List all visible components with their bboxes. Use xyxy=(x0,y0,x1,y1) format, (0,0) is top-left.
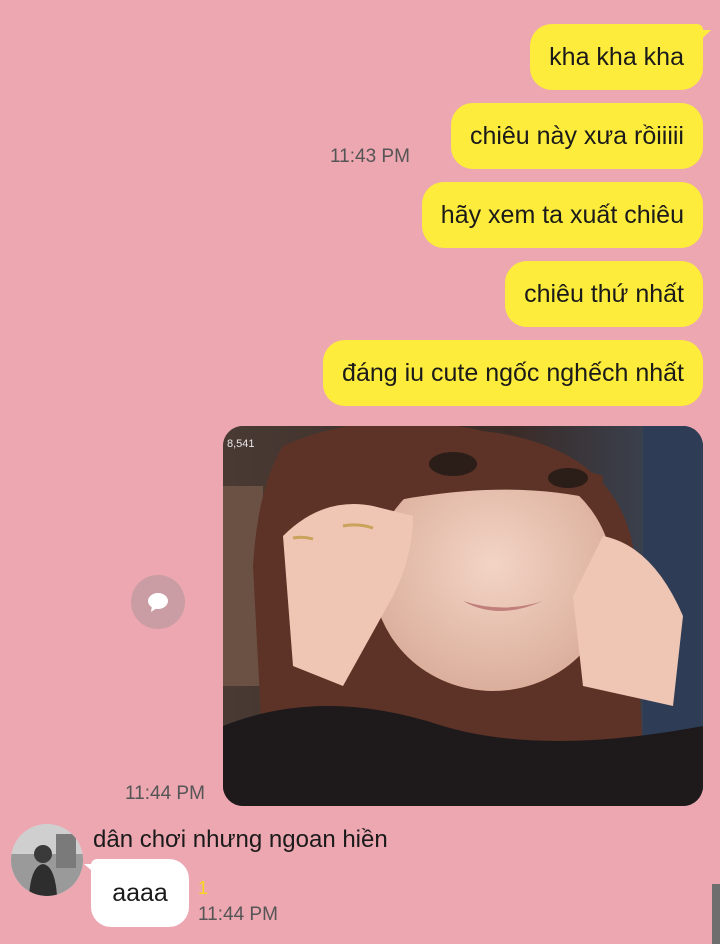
photo-counter-overlay: 8,541 xyxy=(227,438,255,450)
scrollbar[interactable] xyxy=(712,884,720,944)
sender-name: dân chơi nhưng ngoan hiền xyxy=(93,826,388,853)
reply-button[interactable] xyxy=(131,575,185,629)
outgoing-message-bubble[interactable]: đáng iu cute ngốc nghếch nhất xyxy=(323,340,703,406)
message-timestamp: 11:44 PM xyxy=(198,904,278,925)
outgoing-message-bubble[interactable]: kha kha kha xyxy=(530,24,703,90)
message-timestamp: 11:44 PM xyxy=(125,783,205,804)
incoming-message-bubble[interactable]: aaaa xyxy=(91,859,189,927)
photo-message[interactable]: 8,541 xyxy=(223,426,703,806)
message-text: chiêu này xưa rồiiiii xyxy=(469,122,684,150)
photo-image xyxy=(223,426,703,806)
message-text: kha kha kha xyxy=(549,43,684,71)
message-timestamp: 11:43 PM xyxy=(330,146,410,167)
message-text: hãy xem ta xuất chiêu xyxy=(440,201,684,229)
speech-bubble-icon xyxy=(148,593,168,612)
unread-count: 1 xyxy=(198,878,209,898)
outgoing-message-bubble[interactable]: chiêu này xưa rồiiiii xyxy=(450,103,703,169)
outgoing-message-bubble[interactable]: chiêu thứ nhất xyxy=(505,261,703,327)
message-text: đáng iu cute ngốc nghếch nhất xyxy=(342,359,684,387)
avatar[interactable] xyxy=(11,824,83,896)
avatar-image xyxy=(11,824,83,896)
message-text: chiêu thứ nhất xyxy=(524,280,684,308)
outgoing-message-bubble[interactable]: hãy xem ta xuất chiêu xyxy=(421,182,703,248)
message-text: aaaa xyxy=(112,879,168,907)
